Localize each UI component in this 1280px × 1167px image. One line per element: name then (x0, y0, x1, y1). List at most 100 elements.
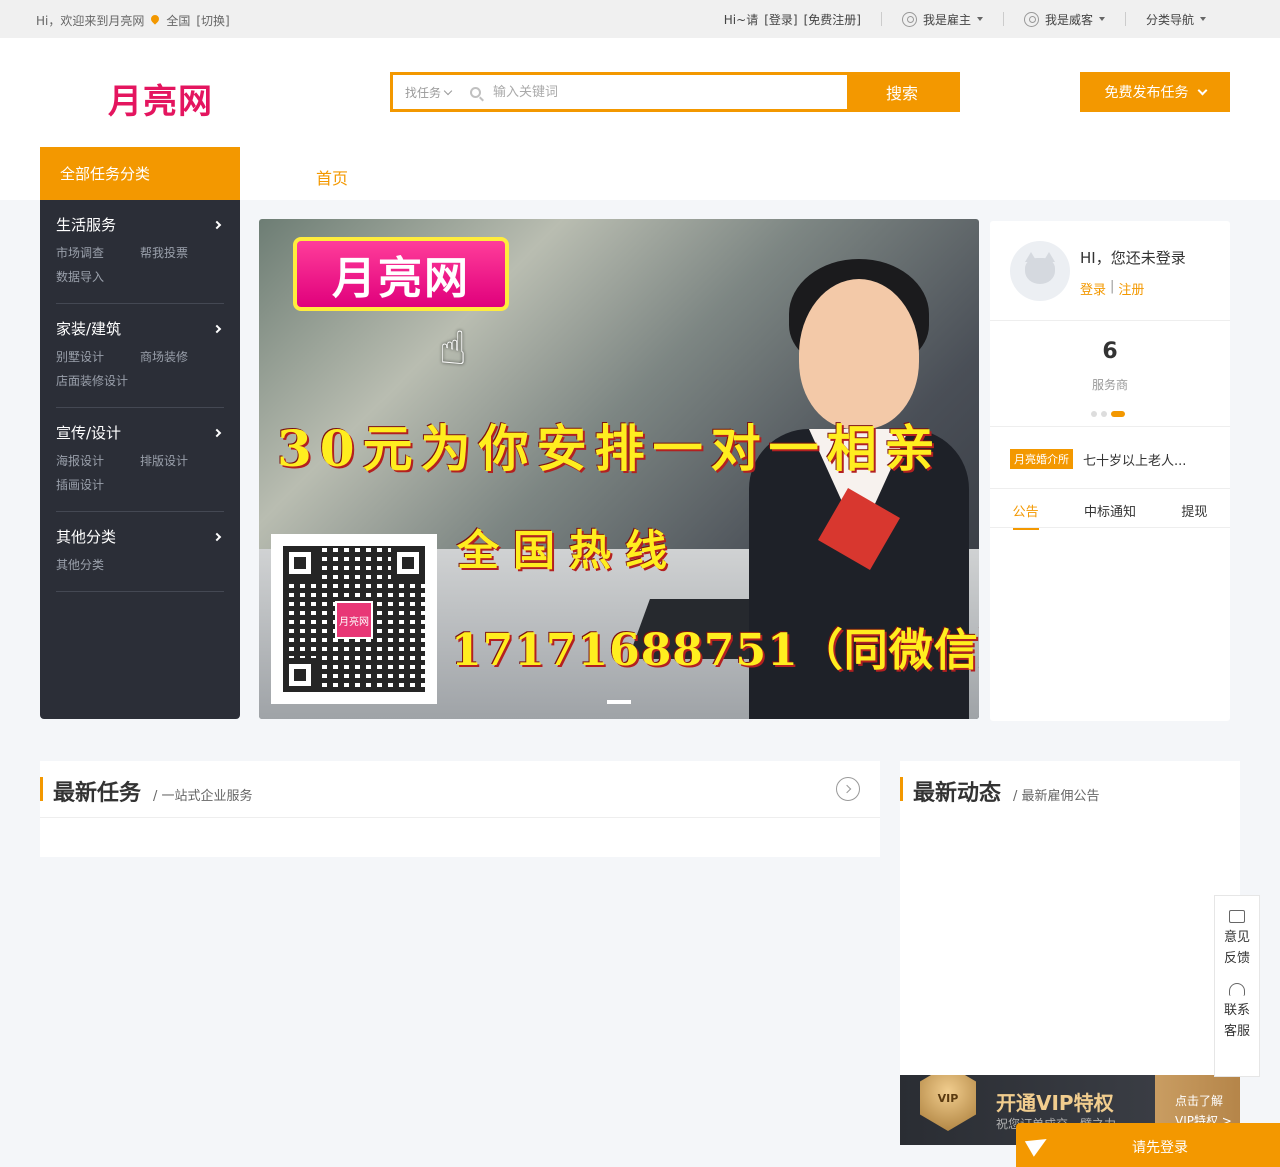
paper-plane-icon (1024, 1131, 1052, 1157)
section-subtitle: / 一站式企业服务 (153, 789, 253, 804)
site-logo[interactable]: 月亮网 (108, 74, 213, 123)
worker-label: 我是威客 (1044, 12, 1093, 27)
banner-headline: 30元为你安排一对一相亲 (277, 419, 943, 478)
chat-icon (1229, 910, 1245, 923)
qr-code: 月亮网 (271, 534, 437, 704)
category-title: 生活服务 (56, 216, 117, 234)
subcategory-link[interactable]: 插画设计 (56, 473, 140, 497)
more-arrow-icon[interactable] (836, 777, 860, 801)
vip-badge-icon: VIP (920, 1075, 976, 1131)
service-label: 联系客服 (1223, 1003, 1250, 1039)
vip-link-line: 点击了解 (1175, 1094, 1224, 1108)
panel-register-link[interactable]: 注册 (1118, 279, 1144, 298)
search-type-label: 找任务 (404, 85, 441, 100)
section-subtitle: / 最新雇佣公告 (1013, 789, 1100, 804)
top-register-link[interactable]: [免费注册] (804, 11, 861, 28)
search-input[interactable] (487, 75, 847, 109)
category-group: 生活服务 市场调查 帮我投票 数据导入 (56, 200, 224, 304)
header: 月亮网 找任务 搜索 免费发布任务 全部任务分类 首页 (0, 38, 1280, 200)
subcategory-link[interactable]: 海报设计 (56, 449, 140, 473)
news-tag: 月亮婚介所 (1010, 449, 1073, 469)
chevron-down-icon (443, 86, 453, 95)
banner-hotline-label: 全国热线 (457, 526, 682, 575)
provider-count: 6 (1102, 339, 1118, 364)
top-login-link[interactable]: [登录] (764, 11, 797, 28)
all-categories-tab[interactable]: 全部任务分类 (40, 147, 240, 200)
subcategory-link[interactable]: 其他分类 (56, 553, 140, 577)
top-bar: Hi，欢迎来到月亮网 全国 [切换] Hi~请 [登录] [免费注册] 我是雇主… (0, 0, 1280, 38)
greeting-text: Hi~请 (723, 12, 759, 27)
subcategory-link[interactable]: 商场装修 (140, 345, 224, 369)
category-title: 其他分类 (56, 528, 117, 546)
feedback-button[interactable]: 意见反馈 (1222, 896, 1252, 969)
search-icon (469, 86, 481, 98)
vip-title: 开通VIP特权 (996, 1091, 1114, 1115)
login-prompt-label: 请先登录 (1132, 1140, 1188, 1156)
category-group: 家装/建筑 别墅设计 商场装修 店面装修设计 (56, 304, 224, 408)
location-pin-icon (150, 15, 160, 27)
worker-menu[interactable]: 我是威客 (1002, 11, 1125, 27)
publish-task-label: 免费发布任务 (1104, 85, 1189, 101)
section-title: 最新动态 (913, 781, 1002, 806)
search-type-select[interactable]: 找任务 (393, 75, 463, 109)
chevron-right-icon (212, 428, 222, 437)
region-label: 全国 (166, 14, 191, 28)
subcategory-link[interactable]: 别墅设计 (56, 345, 140, 369)
feedback-label: 意见反馈 (1223, 930, 1250, 966)
subcategory-link[interactable]: 店面装修设计 (56, 369, 140, 393)
category-group: 其他分类 其他分类 (56, 512, 224, 592)
banner-logo: 月亮网 (293, 237, 509, 311)
employer-menu[interactable]: 我是雇主 (880, 11, 1003, 27)
category-header[interactable]: 生活服务 (56, 214, 224, 235)
category-nav-label: 分类导航 (1145, 12, 1194, 27)
category-header[interactable]: 家装/建筑 (56, 318, 224, 339)
category-nav-menu[interactable]: 分类导航 (1124, 12, 1226, 27)
tab-award-notice[interactable]: 中标通知 (1084, 501, 1136, 530)
category-title: 家装/建筑 (56, 320, 122, 338)
news-item[interactable]: 月亮婚介所 七十岁以上老人... (1010, 449, 1210, 469)
auth-links: Hi~请 [登录] [免费注册] (723, 11, 881, 28)
subcategory-link[interactable]: 数据导入 (56, 265, 140, 289)
tab-withdraw[interactable]: 提现 (1181, 501, 1207, 530)
news-text: 七十岁以上老人... (1083, 453, 1187, 469)
chevron-right-icon (212, 324, 222, 333)
caret-down-icon (976, 17, 983, 21)
qr-logo: 月亮网 (335, 601, 373, 639)
carousel-indicator[interactable] (607, 700, 631, 704)
tab-announcement[interactable]: 公告 (1012, 501, 1039, 530)
chevron-right-icon (212, 220, 222, 229)
user-icon (1023, 11, 1039, 27)
nav-home-link[interactable]: 首页 (316, 165, 348, 189)
avatar (1010, 241, 1070, 301)
category-group: 宣传/设计 海报设计 排版设计 插画设计 (56, 408, 224, 512)
pointer-hand-icon: ☝ (439, 321, 468, 375)
chevron-down-icon (1197, 85, 1207, 95)
subcategory-link[interactable]: 排版设计 (140, 449, 224, 473)
category-sidebar: 生活服务 市场调查 帮我投票 数据导入 家装/建筑 别墅设计 商场装修 店面装修… (40, 200, 240, 719)
subcategory-link[interactable]: 市场调查 (56, 241, 140, 265)
panel-login-link[interactable]: 登录 (1080, 279, 1106, 298)
customer-service-button[interactable]: 联系客服 (1222, 969, 1252, 1042)
headset-icon (1229, 983, 1245, 996)
latest-tasks-section: 最新任务 / 一站式企业服务 (40, 761, 880, 857)
category-header[interactable]: 其他分类 (56, 526, 224, 547)
promo-banner[interactable]: 月亮网 ☝ 30元为你安排一对一相亲 全国热线 17171688751（同微信）… (259, 219, 979, 719)
not-logged-in-text: HI，您还未登录 (1080, 249, 1186, 267)
category-header[interactable]: 宣传/设计 (56, 422, 224, 443)
provider-count-label: 服务商 (1091, 378, 1128, 392)
notice-tabs: 公告 中标通知 提现 (990, 501, 1230, 530)
auth-separator: | (1110, 279, 1115, 294)
stat-carousel-dots[interactable] (1091, 411, 1125, 417)
user-icon (901, 11, 917, 27)
switch-region-link[interactable]: [切换] (196, 12, 229, 29)
login-prompt-bar[interactable]: 请先登录 (1016, 1123, 1280, 1167)
side-float-bar: 意见反馈 联系客服 (1214, 895, 1260, 1077)
category-title: 宣传/设计 (56, 424, 122, 442)
chevron-right-icon (212, 532, 222, 541)
publish-task-button[interactable]: 免费发布任务 (1080, 72, 1230, 112)
subcategory-link[interactable]: 帮我投票 (140, 241, 224, 265)
employer-label: 我是雇主 (922, 12, 971, 27)
search-button[interactable]: 搜索 (847, 75, 957, 109)
default-avatar-icon (1025, 252, 1055, 284)
user-panel: HI，您还未登录 登录 | 注册 6 服务商 月亮婚介所 七十岁以上老人... … (990, 221, 1230, 721)
